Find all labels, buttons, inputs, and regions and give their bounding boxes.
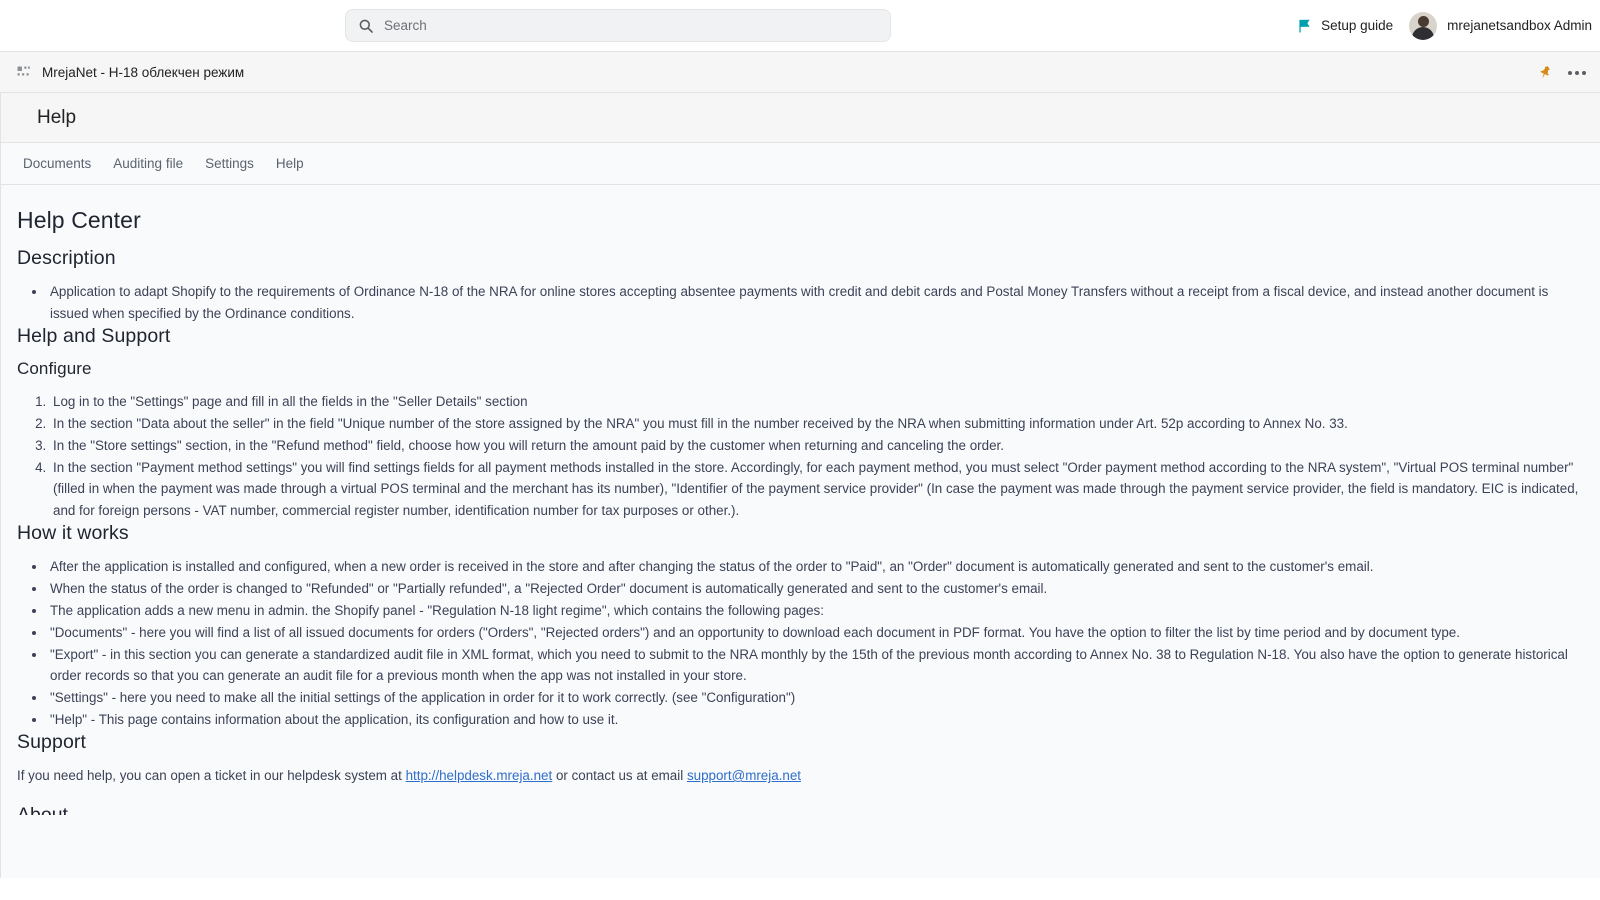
description-heading: Description	[17, 247, 116, 269]
how-it-works-heading: How it works	[17, 521, 129, 544]
app-title: MrejaNet - Н-18 облекчен режим	[42, 64, 245, 80]
list-item: "Settings" - here you need to make all t…	[47, 687, 1584, 709]
configure-steps-list: Log in to the "Settings" page and fill i…	[50, 391, 1584, 522]
app-identity: MrejaNet - Н-18 облекчен режим	[16, 65, 244, 80]
more-actions-button[interactable]	[1568, 71, 1586, 75]
support-text-middle: or contact us at email	[552, 768, 687, 783]
list-item: Log in to the "Settings" page and fill i…	[50, 391, 1584, 413]
list-item: Application to adapt Shopify to the requ…	[47, 281, 1584, 324]
nav-item-documents[interactable]: Documents	[23, 156, 91, 171]
how-it-works-list: After the application is installed and c…	[47, 556, 1584, 731]
list-item: In the "Store settings" section, in the …	[50, 435, 1584, 457]
support-text-before: If you need help, you can open a ticket …	[17, 768, 406, 783]
setup-guide-label: Setup guide	[1321, 18, 1394, 33]
help-and-support-heading: Help and Support	[17, 324, 171, 347]
nav-item-auditing-file[interactable]: Auditing file	[113, 156, 183, 171]
app-frame-bar: MrejaNet - Н-18 облекчен режим	[0, 51, 1600, 93]
search-bar[interactable]	[345, 9, 891, 42]
helpdesk-link[interactable]: http://helpdesk.mreja.net	[406, 768, 553, 783]
list-item: After the application is installed and c…	[47, 556, 1584, 578]
help-center-heading: Help Center	[17, 207, 141, 233]
ellipsis-dot	[1568, 71, 1572, 75]
user-name-label: mrejanetsandbox Admin	[1447, 18, 1592, 33]
ellipsis-dot	[1575, 71, 1579, 75]
user-menu-button[interactable]: mrejanetsandbox Admin	[1409, 11, 1592, 40]
search-input[interactable]	[384, 18, 878, 33]
list-item: When the status of the order is changed …	[47, 578, 1584, 600]
setup-guide-button[interactable]: Setup guide	[1296, 17, 1393, 34]
app-bar-actions	[1539, 52, 1586, 94]
nav-item-help[interactable]: Help	[276, 156, 304, 171]
list-item: "Documents" - here you will find a list …	[47, 622, 1584, 644]
list-item: In the section "Payment method settings"…	[50, 457, 1584, 522]
pin-icon[interactable]	[1539, 65, 1553, 81]
list-item: "Export" - in this section you can gener…	[47, 644, 1584, 687]
nav-item-settings[interactable]: Settings	[205, 156, 254, 171]
page-header: Help	[0, 93, 1600, 143]
list-item: "Help" - This page contains information …	[47, 709, 1584, 731]
support-paragraph: If you need help, you can open a ticket …	[17, 765, 1584, 787]
search-icon	[359, 19, 373, 33]
shopify-topbar: Setup guide mrejanetsandbox Admin	[0, 0, 1600, 51]
help-content: Help Center Description Application to a…	[0, 185, 1600, 878]
support-email-link[interactable]: support@mreja.net	[687, 768, 801, 783]
flag-icon	[1299, 18, 1310, 33]
list-item: The application adds a new menu in admin…	[47, 600, 1584, 622]
list-item: In the section "Data about the seller" i…	[50, 413, 1584, 435]
about-heading-partial: About	[17, 803, 68, 815]
page-title: Help	[37, 106, 77, 128]
configure-heading: Configure	[17, 358, 92, 378]
support-heading: Support	[17, 731, 86, 753]
app-nav-tabs: Documents Auditing file Settings Help	[0, 143, 1600, 185]
ellipsis-dot	[1582, 71, 1586, 75]
topbar-right-group: Setup guide mrejanetsandbox Admin	[1296, 0, 1592, 51]
description-list: Application to adapt Shopify to the requ…	[47, 281, 1584, 324]
avatar	[1409, 11, 1438, 40]
apps-grid-icon	[17, 66, 30, 75]
